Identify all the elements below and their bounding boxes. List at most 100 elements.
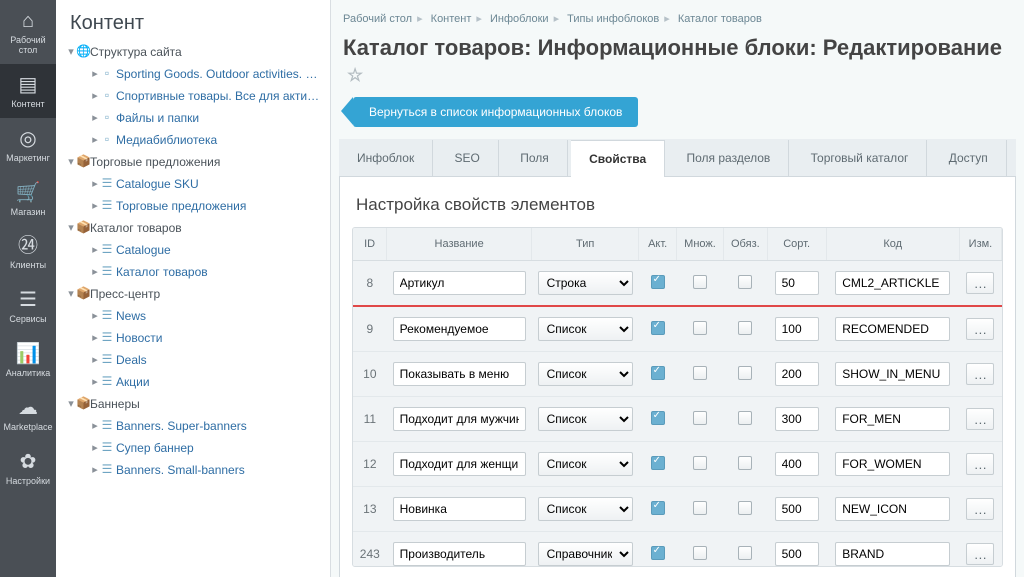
tree-catalog[interactable]: ▾📦Каталог товаров [60, 217, 330, 239]
prop-active-checkbox[interactable] [651, 501, 665, 515]
prop-sort-input[interactable] [775, 271, 819, 295]
prop-multiple-checkbox[interactable] [693, 275, 707, 289]
prop-sort-input[interactable] [775, 407, 819, 431]
tree-item[interactable]: ▸☰Акции [60, 371, 330, 393]
prop-edit-button[interactable]: … [966, 272, 994, 294]
prop-required-checkbox[interactable] [738, 275, 752, 289]
tab-fields[interactable]: Поля [502, 140, 568, 176]
prop-code-input[interactable] [835, 452, 950, 476]
prop-code-input[interactable] [835, 317, 950, 341]
tree-press[interactable]: ▾📦Пресс-центр [60, 283, 330, 305]
prop-multiple-checkbox[interactable] [693, 546, 707, 560]
tree-site-structure[interactable]: ▾🌐Структура сайта [60, 41, 330, 63]
prop-name-input[interactable] [393, 362, 526, 386]
prop-type-select[interactable]: СтрокаСписокСправочник [538, 497, 633, 521]
prop-required-checkbox[interactable] [738, 411, 752, 425]
prop-type-select[interactable]: СтрокаСписокСправочник [538, 362, 633, 386]
prop-edit-button[interactable]: … [966, 498, 994, 520]
prop-required-checkbox[interactable] [738, 501, 752, 515]
rail-marketing[interactable]: ◎Маркетинг [0, 118, 56, 172]
rail-services[interactable]: ☰Сервисы [0, 279, 56, 333]
breadcrumb-link[interactable]: Инфоблоки [490, 13, 549, 25]
rail-desktop[interactable]: ⌂Рабочий стол [0, 0, 56, 64]
prop-multiple-checkbox[interactable] [693, 411, 707, 425]
tree-item[interactable]: ▸☰Новости [60, 327, 330, 349]
breadcrumb-link[interactable]: Рабочий стол [343, 13, 412, 25]
prop-multiple-checkbox[interactable] [693, 321, 707, 335]
prop-required-checkbox[interactable] [738, 366, 752, 380]
prop-name-input[interactable] [393, 452, 526, 476]
prop-name-input[interactable] [393, 407, 526, 431]
prop-code-input[interactable] [835, 362, 950, 386]
tree-item[interactable]: ▸☰Catalogue [60, 239, 330, 261]
tab-seo[interactable]: SEO [437, 140, 499, 176]
prop-multiple-checkbox[interactable] [693, 501, 707, 515]
tab-access[interactable]: Доступ [931, 140, 1007, 176]
prop-edit-button[interactable]: … [966, 408, 994, 430]
prop-required-checkbox[interactable] [738, 456, 752, 470]
breadcrumb-link[interactable]: Типы инфоблоков [567, 13, 659, 25]
tree-banners[interactable]: ▾📦Баннеры [60, 393, 330, 415]
tree-item[interactable]: ▸☰Banners. Super-banners [60, 415, 330, 437]
rail-analytics[interactable]: 📊Аналитика [0, 333, 56, 387]
prop-name-input[interactable] [393, 271, 526, 295]
breadcrumb-link[interactable]: Каталог товаров [678, 13, 762, 25]
prop-name-input[interactable] [393, 497, 526, 521]
prop-code-input[interactable] [835, 407, 950, 431]
rail-marketplace[interactable]: ☁Marketplace [0, 387, 56, 441]
tab-trade-catalog[interactable]: Торговый каталог [793, 140, 928, 176]
favorite-star-icon[interactable]: ☆ [347, 65, 363, 85]
prop-multiple-checkbox[interactable] [693, 366, 707, 380]
prop-active-checkbox[interactable] [651, 366, 665, 380]
prop-type-select[interactable]: СтрокаСписокСправочник [538, 542, 633, 566]
prop-edit-button[interactable]: … [966, 363, 994, 385]
prop-sort-input[interactable] [775, 362, 819, 386]
prop-edit-button[interactable]: … [966, 453, 994, 475]
tab-properties[interactable]: Свойства [571, 140, 665, 177]
rail-settings[interactable]: ✿Настройки [0, 441, 56, 495]
tab-infoblock[interactable]: Инфоблок [339, 140, 433, 176]
tree-item[interactable]: ▸☰Deals [60, 349, 330, 371]
prop-name-input[interactable] [393, 542, 526, 566]
rail-content[interactable]: ▤Контент [0, 64, 56, 118]
rail-shop[interactable]: 🛒Магазин [0, 172, 56, 226]
prop-active-checkbox[interactable] [651, 546, 665, 560]
prop-multiple-checkbox[interactable] [693, 456, 707, 470]
prop-edit-button[interactable]: … [966, 543, 994, 565]
tree-item[interactable]: ▸☰Супер баннер [60, 437, 330, 459]
tree-item[interactable]: ▸▫Файлы и папки [60, 107, 330, 129]
prop-active-checkbox[interactable] [651, 456, 665, 470]
prop-sort-input[interactable] [775, 317, 819, 341]
prop-sort-input[interactable] [775, 542, 819, 566]
tree-item[interactable]: ▸☰Каталог товаров [60, 261, 330, 283]
prop-type-select[interactable]: СтрокаСписокСправочник [538, 452, 633, 476]
prop-type-select[interactable]: СтрокаСписокСправочник [538, 271, 633, 295]
prop-required-checkbox[interactable] [738, 546, 752, 560]
prop-type-select[interactable]: СтрокаСписокСправочник [538, 407, 633, 431]
prop-edit-button[interactable]: … [966, 318, 994, 340]
prop-code-input[interactable] [835, 497, 950, 521]
prop-type-select[interactable]: СтрокаСписокСправочник [538, 317, 633, 341]
tree-item[interactable]: ▸▫Спортивные товары. Все для активного о… [60, 85, 330, 107]
prop-required-checkbox[interactable] [738, 321, 752, 335]
prop-name-input[interactable] [393, 317, 526, 341]
tree-item[interactable]: ▸☰News [60, 305, 330, 327]
prop-code-input[interactable] [835, 542, 950, 566]
tree-item[interactable]: ▸☰Торговые предложения [60, 195, 330, 217]
prop-active-checkbox[interactable] [651, 321, 665, 335]
rail-clients[interactable]: ㉔Клиенты [0, 225, 56, 279]
prop-sort-input[interactable] [775, 497, 819, 521]
tree-item[interactable]: ▸☰Catalogue SKU [60, 173, 330, 195]
breadcrumb-link[interactable]: Контент [431, 13, 472, 25]
tree-trade-offers[interactable]: ▾📦Торговые предложения [60, 151, 330, 173]
prop-sort-input[interactable] [775, 452, 819, 476]
back-to-list-button[interactable]: Вернуться в список информационных блоков [353, 97, 638, 127]
prop-active-checkbox[interactable] [651, 275, 665, 289]
tree-item[interactable]: ▸☰Banners. Small-banners [60, 459, 330, 481]
tab-section-fields[interactable]: Поля разделов [669, 140, 790, 176]
prop-code-input[interactable] [835, 271, 950, 295]
tree-item[interactable]: ▸▫Sporting Goods. Outdoor activities. Fi… [60, 63, 330, 85]
tab-captions[interactable]: Подписи [1010, 140, 1024, 176]
tree-item[interactable]: ▸▫Медиабиблиотека [60, 129, 330, 151]
prop-active-checkbox[interactable] [651, 411, 665, 425]
